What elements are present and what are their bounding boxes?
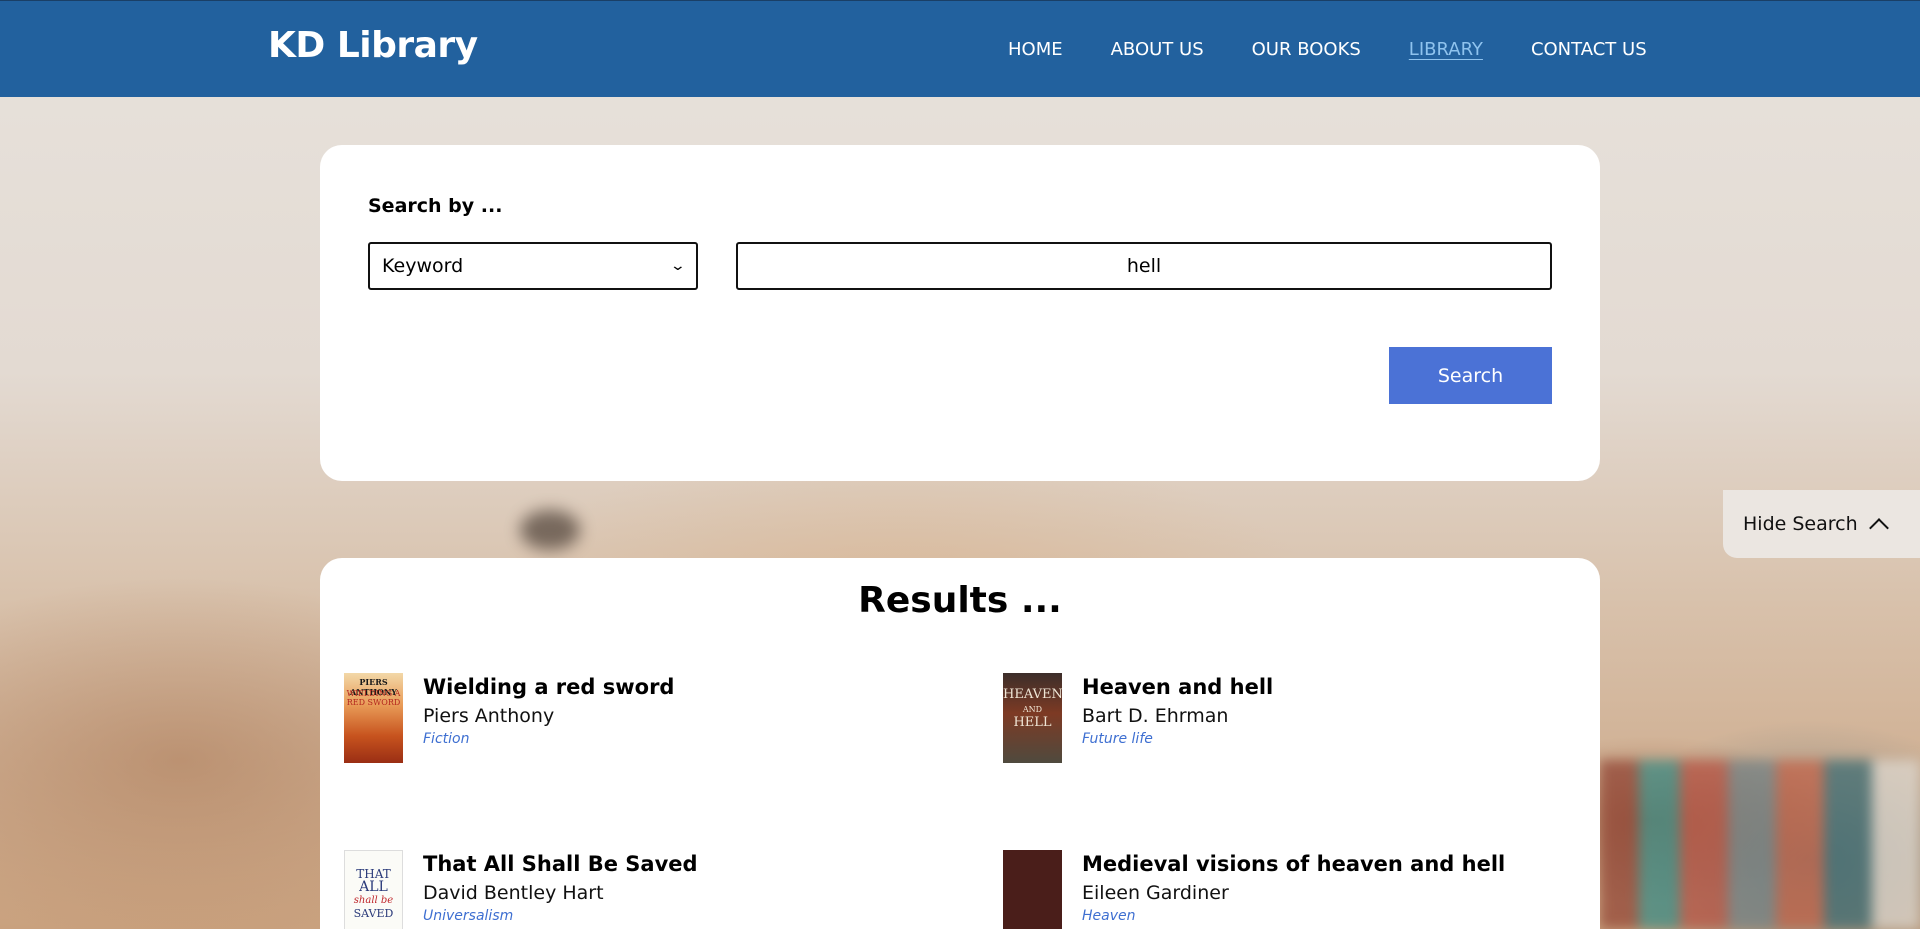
background-bookshelf (1600, 760, 1920, 929)
book-genre[interactable]: Fiction (423, 731, 674, 747)
book-author: David Bentley Hart (423, 882, 604, 904)
cover-title-line: AND (1022, 705, 1043, 714)
result-book[interactable]: HEAVEN AND HELL Heaven and hell Bart D. … (1003, 673, 1273, 763)
nav-our-books[interactable]: OUR BOOKS (1252, 39, 1361, 60)
cover-title-line: ALL (359, 879, 388, 895)
chevron-down-icon: ⌄ (669, 258, 687, 274)
book-author: Eileen Gardiner (1082, 882, 1229, 904)
book-cover: HEAVEN AND HELL (1003, 673, 1062, 763)
book-title: Medieval visions of heaven and hell (1082, 852, 1506, 876)
navbar: KD Library HOME ABOUT US OUR BOOKS LIBRA… (0, 0, 1920, 97)
hide-search-toggle[interactable]: Hide Search (1723, 490, 1920, 558)
chevron-up-icon (1868, 518, 1889, 538)
brand-logo[interactable]: KD Library (268, 25, 478, 66)
nav-about-us[interactable]: ABOUT US (1111, 39, 1204, 60)
book-genre[interactable]: Future life (1082, 731, 1273, 747)
hide-search-label: Hide Search (1743, 513, 1858, 535)
book-title: That All Shall Be Saved (423, 852, 698, 876)
nav-library[interactable]: LIBRARY (1409, 39, 1483, 60)
background-lamp (520, 510, 580, 550)
search-button[interactable]: Search (1389, 347, 1552, 404)
book-genre[interactable]: Heaven (1082, 908, 1505, 924)
book-genre[interactable]: Universalism (423, 908, 698, 924)
main-nav: HOME ABOUT US OUR BOOKS LIBRARY CONTACT … (1008, 39, 1647, 60)
book-cover: PIERS ANTHONY WIELDING A RED SWORD (344, 673, 403, 763)
nav-contact-us[interactable]: CONTACT US (1531, 39, 1647, 60)
result-book[interactable]: PIERS ANTHONY WIELDING A RED SWORD Wield… (344, 673, 674, 763)
search-mode-select[interactable]: Keyword ⌄ (368, 242, 698, 290)
book-cover: THAT ALL shall be SAVED (344, 850, 403, 929)
cover-title-line: SAVED (353, 907, 394, 920)
cover-title-line: HELL (1013, 715, 1052, 730)
search-input[interactable] (736, 242, 1552, 290)
book-author: Piers Anthony (423, 705, 555, 727)
result-book[interactable]: THAT ALL shall be SAVED That All Shall B… (344, 850, 698, 929)
results-title: Results ... (858, 580, 1062, 621)
search-panel: Search by ... Keyword ⌄ Search (320, 145, 1600, 481)
book-title: Wielding a red sword (423, 675, 675, 699)
book-title: Heaven and hell (1082, 675, 1274, 699)
cover-title-text: WIELDING A RED SWORD (346, 689, 401, 707)
book-author: Bart D. Ehrman (1082, 705, 1229, 727)
nav-home[interactable]: HOME (1008, 39, 1063, 60)
results-panel: Results ... PIERS ANTHONY WIELDING A RED… (320, 558, 1600, 929)
cover-title-line: shall be (353, 895, 394, 906)
search-label: Search by ... (368, 195, 503, 217)
book-cover (1003, 850, 1062, 929)
search-mode-value: Keyword (382, 255, 464, 277)
result-book[interactable]: Medieval visions of heaven and hell Eile… (1003, 850, 1505, 929)
cover-title-line: HEAVEN (1003, 687, 1062, 702)
